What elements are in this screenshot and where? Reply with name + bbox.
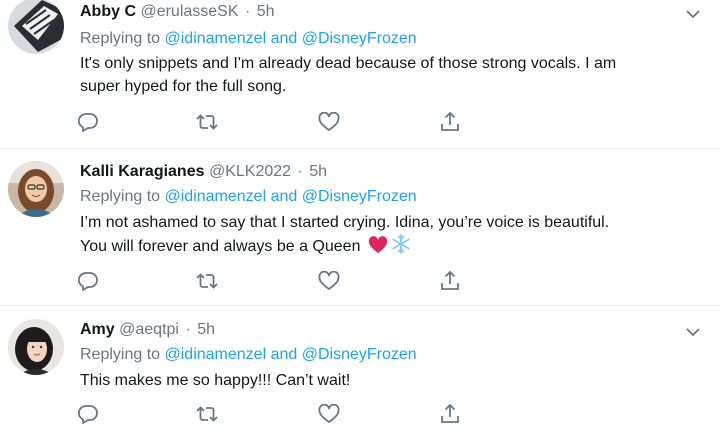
retweet-button[interactable] xyxy=(195,270,219,292)
replying-to-label: Replying to xyxy=(80,188,165,205)
reply-icon xyxy=(77,113,98,132)
snowflake-emoji xyxy=(392,234,410,254)
separator-dot: · xyxy=(244,3,251,20)
timestamp[interactable]: 5h xyxy=(309,163,327,180)
like-button[interactable] xyxy=(317,270,341,292)
display-name[interactable]: Kalli Karagianes xyxy=(80,163,205,180)
tweet-text-line: This makes me so happy!!! Can’t wait! xyxy=(80,372,351,389)
avatar[interactable] xyxy=(8,319,64,375)
chevron-down-icon[interactable] xyxy=(684,325,702,339)
tweet-text: This makes me so happy!!! Can’t wait! xyxy=(80,369,700,392)
tweet-header: Kalli Karagianes @KLK2022 · 5h xyxy=(80,163,327,181)
reply-mentions[interactable]: @idinamenzel and @DisneyFrozen xyxy=(165,30,417,47)
tweet[interactable]: Amy @aeqtpi · 5h Replying to @idinamenze… xyxy=(0,306,720,432)
replying-to-label: Replying to xyxy=(80,346,165,363)
tweet-text-line: It's only snippets and I'm already dead … xyxy=(80,55,617,72)
tweet-actions xyxy=(0,270,720,294)
retweet-button[interactable] xyxy=(195,403,219,425)
separator-dot: · xyxy=(185,321,191,338)
tweet-text: It's only snippets and I'm already dead … xyxy=(80,52,700,98)
reply-icon xyxy=(77,272,98,291)
replying-to-label: Replying to xyxy=(80,30,165,47)
chevron-down-icon[interactable] xyxy=(684,7,702,21)
display-name[interactable]: Amy xyxy=(80,321,115,338)
share-icon xyxy=(441,270,459,290)
tweet-text-line: You will forever and always be a Queen xyxy=(80,238,361,255)
separator-dot: · xyxy=(297,163,303,180)
red-heart-emoji xyxy=(368,236,388,253)
tweet-text-line: I’m not ashamed to say that I started cr… xyxy=(80,214,610,231)
retweet-button[interactable] xyxy=(195,111,219,133)
replying-to: Replying to @idinamenzel and @DisneyFroz… xyxy=(80,346,417,364)
tweet-actions xyxy=(0,403,720,427)
like-button[interactable] xyxy=(317,403,341,425)
retweet-icon xyxy=(196,114,218,130)
timestamp[interactable]: 5h xyxy=(257,3,275,20)
retweet-icon xyxy=(196,406,218,422)
like-icon xyxy=(318,271,340,290)
reply-button[interactable] xyxy=(76,270,100,292)
like-button[interactable] xyxy=(317,111,341,133)
tweet[interactable]: Kalli Karagianes @KLK2022 · 5h Replying … xyxy=(0,149,720,305)
tweet-header: Amy @aeqtpi · 5h xyxy=(80,321,215,339)
reply-button[interactable] xyxy=(76,111,100,133)
share-button[interactable] xyxy=(438,270,462,292)
tweet-actions xyxy=(0,111,720,135)
timestamp[interactable]: 5h xyxy=(197,321,215,338)
tweet[interactable]: Abby C @erulasseSK · 5h Replying to @idi… xyxy=(0,0,720,148)
tweet-header: Abby C @erulasseSK · 5h xyxy=(80,3,275,21)
user-handle[interactable]: @erulasseSK xyxy=(140,3,238,20)
reply-icon xyxy=(77,405,98,424)
user-handle[interactable]: @aeqtpi xyxy=(119,321,179,338)
reply-mentions[interactable]: @idinamenzel and @DisneyFrozen xyxy=(165,188,417,205)
retweet-icon xyxy=(196,273,218,289)
avatar[interactable] xyxy=(8,0,64,54)
like-icon xyxy=(318,112,340,131)
reply-mentions[interactable]: @idinamenzel and @DisneyFrozen xyxy=(165,346,417,363)
user-handle[interactable]: @KLK2022 xyxy=(209,163,291,180)
display-name[interactable]: Abby C xyxy=(80,3,136,20)
share-button[interactable] xyxy=(438,111,462,133)
avatar[interactable] xyxy=(8,161,64,217)
reply-button[interactable] xyxy=(76,403,100,425)
share-icon xyxy=(441,403,459,423)
tweet-text-line-last: You will forever and always be a Queen xyxy=(80,234,700,258)
replying-to: Replying to @idinamenzel and @DisneyFroz… xyxy=(80,30,417,48)
replying-to: Replying to @idinamenzel and @DisneyFroz… xyxy=(80,188,417,206)
tweet-text: I’m not ashamed to say that I started cr… xyxy=(80,211,700,258)
like-icon xyxy=(318,404,340,423)
tweet-text-line: super hyped for the full song. xyxy=(80,78,287,95)
share-icon xyxy=(441,111,459,131)
share-button[interactable] xyxy=(438,403,462,425)
